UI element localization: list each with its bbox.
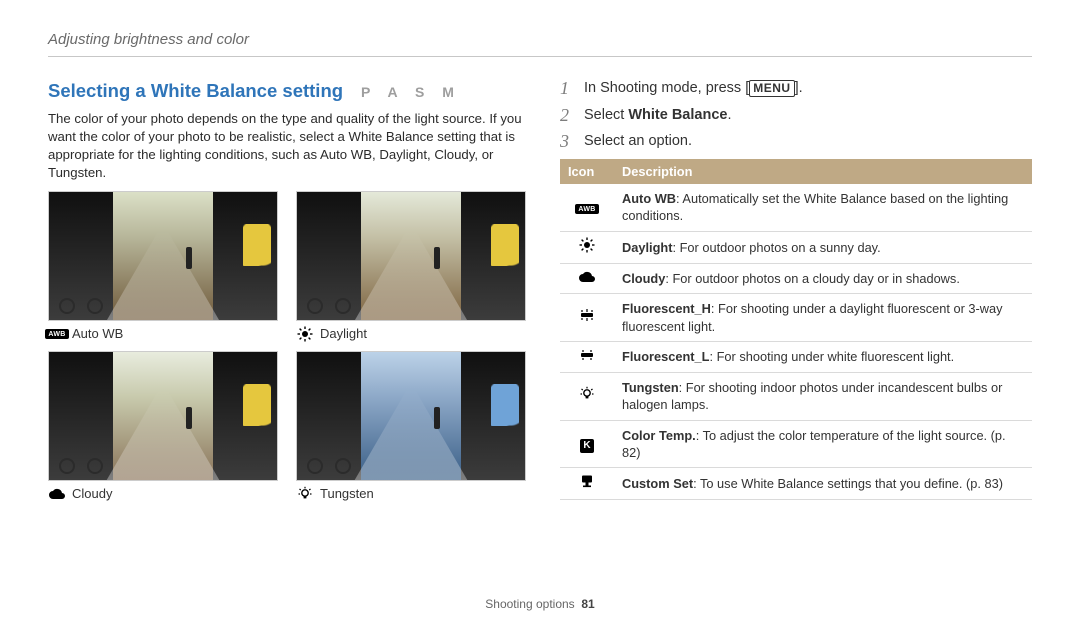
- table-row: Daylight: For outdoor photos on a sunny …: [560, 231, 1032, 263]
- step-number: 2: [560, 106, 574, 124]
- thumbnail-label: Daylight: [296, 325, 526, 343]
- cloudy-icon: [578, 270, 596, 284]
- daylight-icon: [296, 327, 314, 341]
- auto-wb-icon: AWB: [48, 327, 66, 341]
- daylight-icon: [578, 238, 596, 252]
- table-row: Tungsten: For shooting indoor photos und…: [560, 373, 1032, 421]
- tungsten-icon: [296, 487, 314, 501]
- page-footer: Shooting options 81: [0, 596, 1080, 612]
- divider: [48, 56, 1032, 57]
- fluorescent-l-icon: [578, 348, 596, 362]
- fluorescent-h-icon: [578, 308, 596, 322]
- options-table: Icon Description AWB Auto WB: Automatica…: [560, 159, 1032, 500]
- table-row: Fluorescent_H: For shooting under a dayl…: [560, 294, 1032, 342]
- thumbnail-cloudy: [48, 351, 278, 481]
- step-item: 2 Select White Balance.: [560, 106, 1032, 126]
- table-row: K Color Temp.: To adjust the color tempe…: [560, 420, 1032, 468]
- steps-list: 1 In Shooting mode, press [MENU]. 2 Sele…: [560, 79, 1032, 152]
- table-row: AWB Auto WB: Automatically set the White…: [560, 184, 1032, 231]
- thumbnail-tungsten: [296, 351, 526, 481]
- mode-badges: P A S M: [361, 83, 461, 102]
- step-item: 3 Select an option.: [560, 132, 1032, 152]
- step-item: 1 In Shooting mode, press [MENU].: [560, 79, 1032, 99]
- step-number: 1: [560, 79, 574, 97]
- auto-wb-icon: AWB: [578, 202, 596, 216]
- intro-paragraph: The color of your photo depends on the t…: [48, 110, 524, 181]
- thumbnail-grid: AWB Auto WB Daylight: [48, 191, 524, 502]
- table-row: Cloudy: For outdoor photos on a cloudy d…: [560, 264, 1032, 294]
- thumbnail-label: Tungsten: [296, 485, 526, 503]
- thumbnail-label: Cloudy: [48, 485, 278, 503]
- breadcrumb: Adjusting brightness and color: [48, 30, 1032, 50]
- color-temp-icon: K: [578, 439, 596, 453]
- thumbnail-label: AWB Auto WB: [48, 325, 278, 343]
- table-row: Custom Set: To use White Balance setting…: [560, 468, 1032, 500]
- table-row: Fluorescent_L: For shooting under white …: [560, 341, 1032, 372]
- menu-button-label: MENU: [749, 80, 794, 97]
- table-header-icon: Icon: [560, 159, 614, 184]
- step-number: 3: [560, 132, 574, 150]
- table-header-description: Description: [614, 159, 1032, 184]
- custom-set-icon: [578, 474, 596, 488]
- cloudy-icon: [48, 487, 66, 501]
- thumbnail-daylight: [296, 191, 526, 321]
- page-number: 81: [581, 597, 594, 611]
- thumbnail-auto-wb: [48, 191, 278, 321]
- tungsten-icon: [578, 387, 596, 401]
- section-heading: Selecting a White Balance setting: [48, 79, 343, 104]
